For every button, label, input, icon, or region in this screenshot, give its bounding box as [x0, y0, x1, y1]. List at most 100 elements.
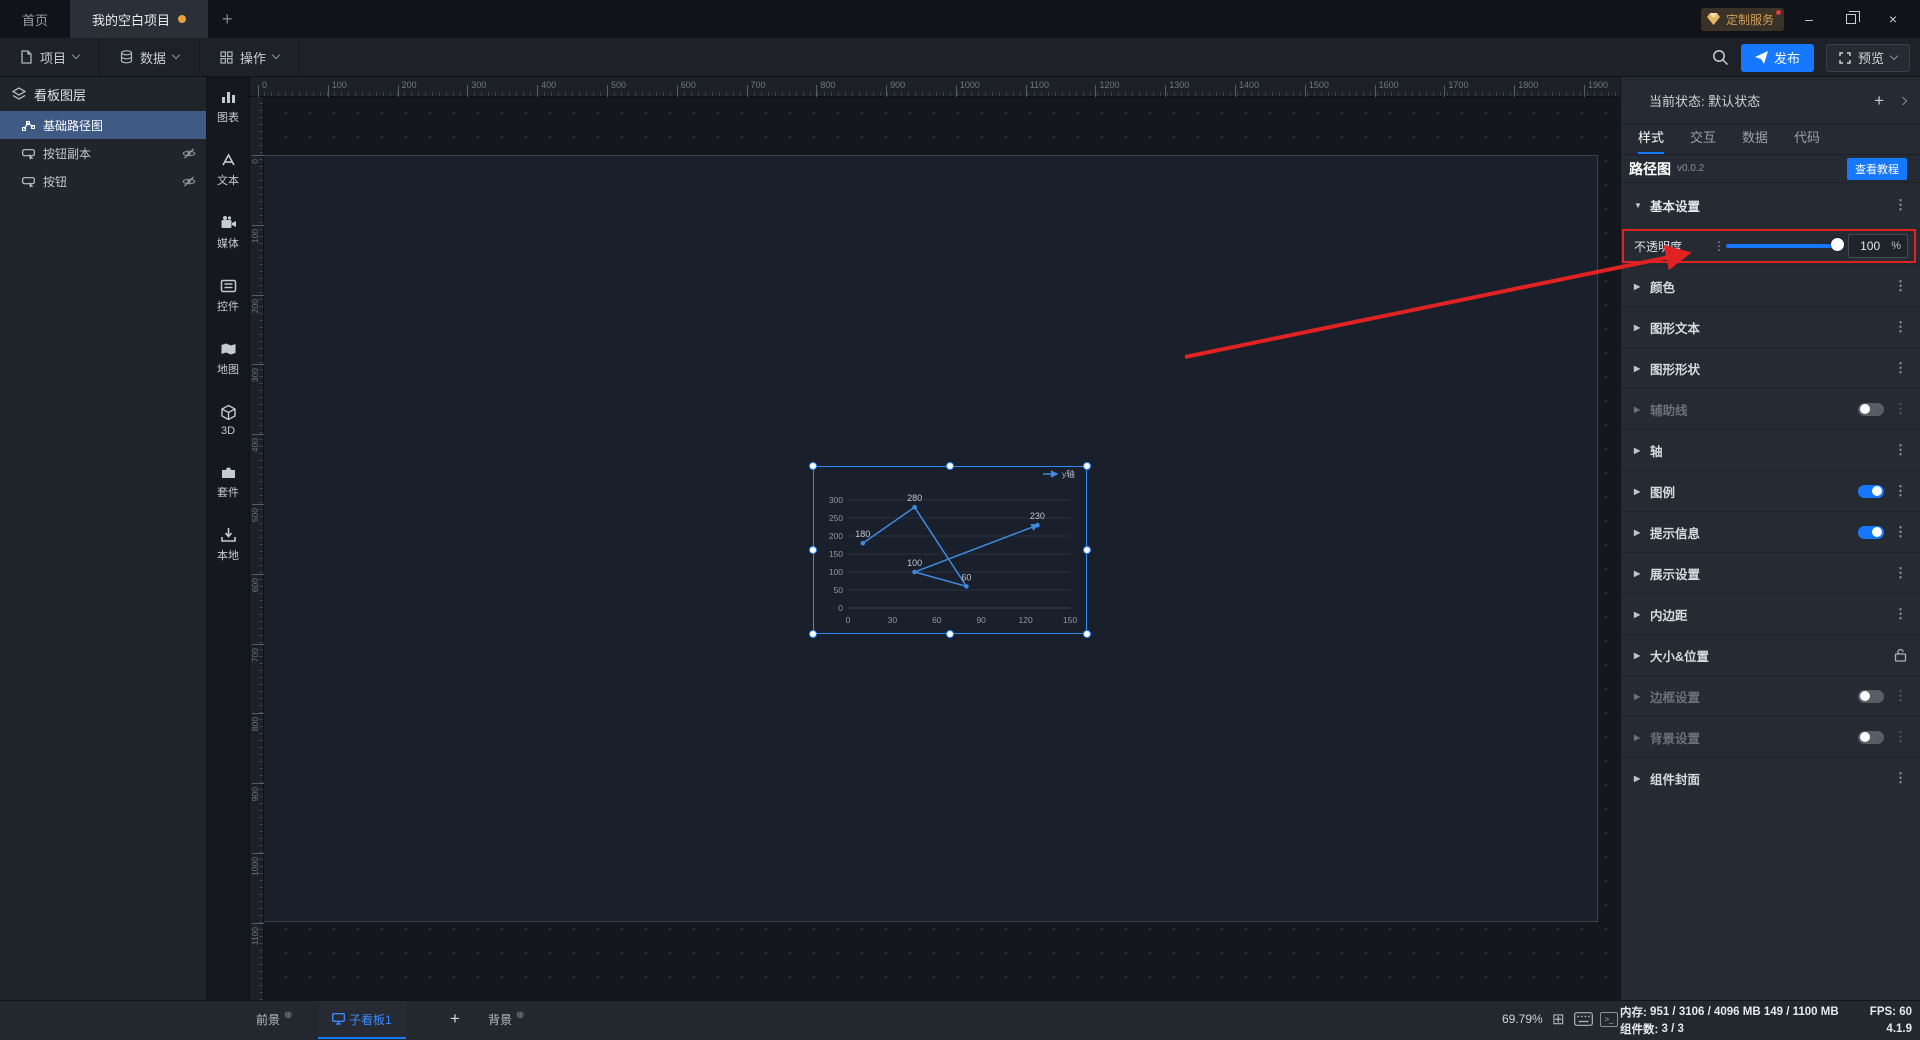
dock-item-4[interactable]: 地图 — [207, 341, 249, 377]
menu-actions[interactable]: 操作 — [200, 38, 301, 76]
kebab-menu-icon[interactable]: ⋮ — [1713, 239, 1725, 253]
add-circle-icon[interactable]: ⊕ — [516, 1010, 524, 1021]
section-提示信息[interactable]: ▶ 提示信息 ⋮ — [1621, 511, 1920, 552]
section-toggle[interactable] — [1858, 402, 1884, 416]
background-label: 背景 — [488, 1012, 513, 1027]
kebab-menu-icon[interactable]: ⋮ — [1894, 278, 1907, 294]
zoom-level[interactable]: 69.79% — [1502, 1001, 1543, 1037]
kebab-menu-icon[interactable]: ⋮ — [1894, 606, 1907, 622]
shortcut-keys-icon[interactable] — [1574, 1001, 1593, 1037]
opacity-slider-knob[interactable] — [1831, 238, 1844, 251]
section-轴[interactable]: ▶ 轴 ⋮ — [1621, 429, 1920, 470]
layer-item-1[interactable]: 按钮副本 — [0, 139, 206, 167]
lock-icon[interactable] — [1894, 648, 1907, 662]
resize-handle-se[interactable] — [1083, 630, 1091, 638]
opacity-slider-track[interactable] — [1726, 244, 1841, 248]
inspector-tab-交互[interactable]: 交互 — [1690, 127, 1716, 152]
section-展示设置[interactable]: ▶ 展示设置 ⋮ — [1621, 552, 1920, 593]
svg-text:230: 230 — [1030, 511, 1045, 521]
resize-handle-sw[interactable] — [809, 630, 817, 638]
chevron-down-icon — [271, 50, 281, 60]
dock-item-7[interactable]: 本地 — [207, 527, 249, 563]
close-button[interactable]: × — [1876, 4, 1910, 34]
dock-item-label: 图表 — [217, 112, 239, 124]
kebab-menu-icon[interactable]: ⋮ — [1894, 483, 1907, 499]
kebab-menu-icon[interactable]: ⋮ — [1894, 401, 1907, 417]
kebab-menu-icon[interactable]: ⋮ — [1894, 565, 1907, 581]
subboard-tab[interactable]: 子看板1 — [318, 1001, 406, 1039]
dock-item-0[interactable]: 图表 — [207, 89, 249, 125]
add-circle-icon[interactable]: ⊕ — [284, 1010, 292, 1021]
add-state-button[interactable]: + — [1874, 91, 1884, 111]
dock-item-3[interactable]: 控件 — [207, 278, 249, 314]
inspector-tab-数据[interactable]: 数据 — [1742, 127, 1768, 152]
inspector-tab-样式[interactable]: 样式 — [1638, 127, 1665, 154]
kebab-menu-icon[interactable]: ⋮ — [1894, 442, 1907, 458]
search-icon[interactable] — [1712, 49, 1729, 66]
section-toggle[interactable] — [1858, 730, 1884, 744]
canvas[interactable]: 0 100 200 300 400 500 600 700 800 900 1000 1100 1200… — [250, 77, 1620, 1000]
opacity-input[interactable]: 100 % — [1848, 234, 1908, 258]
dock-item-5[interactable]: 3D — [207, 404, 249, 437]
layer-item-2[interactable]: 按钮 — [0, 167, 206, 195]
eye-off-icon[interactable] — [182, 175, 196, 188]
foreground-button[interactable]: 前景 ⊕ — [256, 1001, 292, 1037]
preview-button[interactable]: 预览 — [1825, 43, 1910, 72]
resize-handle-ne[interactable] — [1083, 462, 1091, 470]
custom-service-badge[interactable]: 定制服务 — [1700, 7, 1784, 31]
kebab-menu-icon[interactable]: ⋮ — [1894, 770, 1907, 786]
restore-button[interactable] — [1834, 4, 1868, 34]
fullscreen-icon — [1839, 51, 1851, 64]
section-颜色[interactable]: ▶ 颜色 ⋮ — [1621, 265, 1920, 306]
publish-button[interactable]: 发布 — [1740, 43, 1814, 72]
chart-component[interactable]: 300 250 200 150 100 50 0 0 30 60 90 120 150 180 280 60 1… — [809, 462, 1091, 638]
tab-project[interactable]: 我的空白项目 — [70, 0, 209, 38]
resize-handle-nw[interactable] — [809, 462, 817, 470]
section-图例[interactable]: ▶ 图例 ⋮ — [1621, 470, 1920, 511]
fit-view-icon[interactable]: ⊞ — [1552, 1001, 1565, 1037]
minimize-button[interactable]: – — [1792, 4, 1826, 34]
console-button[interactable]: >_ — [1600, 1001, 1618, 1037]
kebab-menu-icon[interactable]: ⋮ — [1894, 360, 1907, 376]
section-背景设置[interactable]: ▶ 背景设置 ⋮ — [1621, 716, 1920, 757]
menu-data[interactable]: 数据 — [100, 38, 201, 76]
dock-item-2[interactable]: 媒体 — [207, 215, 249, 251]
eye-off-icon[interactable] — [182, 147, 196, 160]
keyboard-icon — [1574, 1012, 1593, 1026]
kebab-menu-icon[interactable]: ⋮ — [1894, 729, 1907, 745]
kebab-menu-icon[interactable]: ⋮ — [1894, 524, 1907, 540]
state-value: 默认状态 — [1708, 94, 1761, 109]
section-辅助线[interactable]: ▶ 辅助线 ⋮ — [1621, 388, 1920, 429]
chevron-right-icon[interactable] — [1898, 96, 1908, 105]
section-toggle[interactable] — [1858, 484, 1884, 498]
resize-handle-n[interactable] — [946, 462, 954, 470]
section-图形形状[interactable]: ▶ 图形形状 ⋮ — [1621, 347, 1920, 388]
add-board-button[interactable]: + — [450, 1001, 460, 1037]
kebab-menu-icon[interactable]: ⋮ — [1894, 197, 1907, 213]
tutorial-button[interactable]: 查看教程 — [1847, 157, 1907, 180]
new-tab-button[interactable]: + — [208, 0, 247, 38]
section-basic-settings[interactable]: ▼ 基本设置 ⋮ — [1621, 183, 1920, 227]
resize-handle-e[interactable] — [1083, 546, 1091, 554]
kebab-menu-icon[interactable]: ⋮ — [1894, 688, 1907, 704]
resize-handle-w[interactable] — [809, 546, 817, 554]
dock-item-1[interactable]: 文本 — [207, 152, 249, 188]
section-label: 内边距 — [1650, 608, 1688, 623]
kebab-menu-icon[interactable]: ⋮ — [1894, 319, 1907, 335]
background-button[interactable]: 背景 ⊕ — [488, 1001, 524, 1037]
section-图形文本[interactable]: ▶ 图形文本 ⋮ — [1621, 306, 1920, 347]
section-toggle[interactable] — [1858, 689, 1884, 703]
section-组件封面[interactable]: ▶ 组件封面 ⋮ — [1621, 757, 1920, 798]
menu-project[interactable]: 项目 — [0, 38, 101, 76]
section-内边距[interactable]: ▶ 内边距 ⋮ — [1621, 593, 1920, 634]
section-边框设置[interactable]: ▶ 边框设置 ⋮ — [1621, 675, 1920, 716]
inspector-tab-代码[interactable]: 代码 — [1794, 127, 1820, 152]
layer-item-0[interactable]: 基础路径图 — [0, 111, 206, 139]
svg-text:0: 0 — [838, 603, 843, 613]
section-toggle[interactable] — [1858, 525, 1884, 539]
resize-handle-s[interactable] — [946, 630, 954, 638]
tab-home[interactable]: 首页 — [0, 0, 70, 38]
dock-item-6[interactable]: 套件 — [207, 464, 249, 500]
section-大小&位置[interactable]: ▶ 大小&位置 — [1621, 634, 1920, 675]
svg-text:100: 100 — [907, 558, 922, 568]
